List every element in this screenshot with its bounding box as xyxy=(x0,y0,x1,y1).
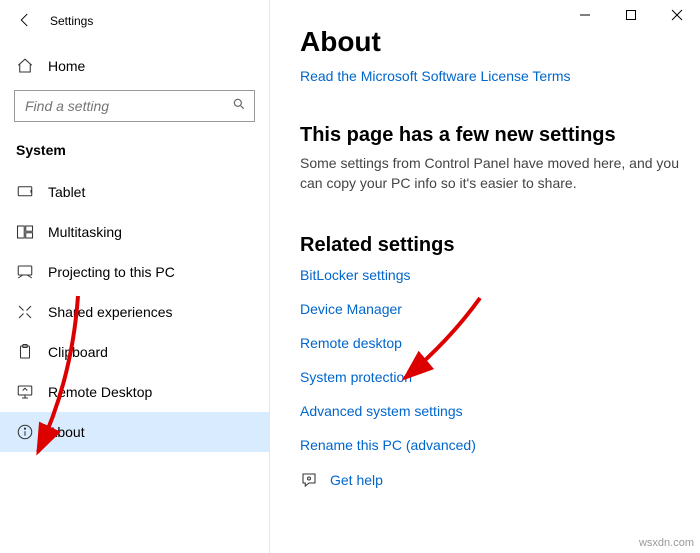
back-arrow-icon[interactable] xyxy=(16,11,34,32)
projecting-icon xyxy=(16,263,34,281)
nav-tablet[interactable]: Tablet xyxy=(0,172,269,212)
nav-label: About xyxy=(48,424,85,440)
maximize-button[interactable] xyxy=(608,0,654,30)
nav-shared-experiences[interactable]: Shared experiences xyxy=(0,292,269,332)
nav-multitasking[interactable]: Multitasking xyxy=(0,212,269,252)
titlebar: Settings xyxy=(0,0,269,42)
home-label: Home xyxy=(48,58,85,74)
new-settings-body: Some settings from Control Panel have mo… xyxy=(300,153,682,194)
nav-about[interactable]: About xyxy=(0,412,269,452)
related-settings-header: Related settings xyxy=(300,234,682,257)
link-rename-pc[interactable]: Rename this PC (advanced) xyxy=(300,437,682,453)
nav-label: Clipboard xyxy=(48,344,108,360)
link-remote-desktop[interactable]: Remote desktop xyxy=(300,335,682,351)
help-icon xyxy=(300,471,318,489)
new-settings-header: This page has a few new settings xyxy=(300,124,682,147)
page-title: About xyxy=(300,26,682,58)
license-link[interactable]: Read the Microsoft Software License Term… xyxy=(300,68,682,84)
search-icon xyxy=(232,97,246,116)
nav-remote-desktop[interactable]: Remote Desktop xyxy=(0,372,269,412)
nav-clipboard[interactable]: Clipboard xyxy=(0,332,269,372)
multitasking-icon xyxy=(16,223,34,241)
nav-label: Projecting to this PC xyxy=(48,264,175,280)
link-system-protection[interactable]: System protection xyxy=(300,369,682,385)
info-icon xyxy=(16,423,34,441)
link-advanced-system[interactable]: Advanced system settings xyxy=(300,403,682,419)
nav-projecting[interactable]: Projecting to this PC xyxy=(0,252,269,292)
search-input[interactable] xyxy=(23,97,232,115)
watermark: wsxdn.com xyxy=(639,537,694,549)
nav-label: Multitasking xyxy=(48,224,122,240)
help-label: Get help xyxy=(330,472,383,488)
home-button[interactable]: Home xyxy=(0,46,269,86)
content-pane: About Read the Microsoft Software Licens… xyxy=(270,0,700,553)
nav-list: Tablet Multitasking Projecting to this P… xyxy=(0,172,269,553)
remote-desktop-icon xyxy=(16,383,34,401)
nav-label: Remote Desktop xyxy=(48,384,152,400)
clipboard-icon xyxy=(16,343,34,361)
close-button[interactable] xyxy=(654,0,700,30)
sidebar: Settings Home System Tablet xyxy=(0,0,270,553)
link-bitlocker[interactable]: BitLocker settings xyxy=(300,267,682,283)
nav-label: Tablet xyxy=(48,184,85,200)
get-help[interactable]: Get help xyxy=(300,471,682,489)
section-header: System xyxy=(0,132,269,172)
tablet-icon xyxy=(16,183,34,201)
link-device-manager[interactable]: Device Manager xyxy=(300,301,682,317)
nav-label: Shared experiences xyxy=(48,304,173,320)
minimize-button[interactable] xyxy=(562,0,608,30)
shared-icon xyxy=(16,303,34,321)
window-title: Settings xyxy=(50,14,93,28)
home-icon xyxy=(16,57,34,75)
window-controls xyxy=(562,0,700,30)
search-box[interactable] xyxy=(14,90,255,122)
